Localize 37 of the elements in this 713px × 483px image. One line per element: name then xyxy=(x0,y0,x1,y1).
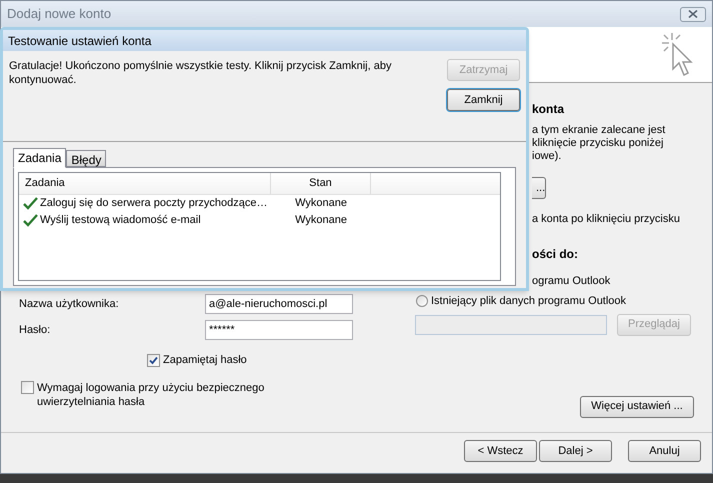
field-label: Hasło: xyxy=(19,322,52,338)
text-field[interactable]: a@ale-nieruchomosci.pl xyxy=(205,294,353,314)
nav-button[interactable]: Dalej > xyxy=(539,440,612,462)
section-heading: ości do: xyxy=(532,246,580,262)
radio-label: Istniejący plik danych programu Outlook xyxy=(431,294,626,309)
dialog-title: Testowanie ustawień konta xyxy=(8,32,152,50)
nav-button[interactable]: Anuluj xyxy=(628,440,701,462)
status-cell-text: Wykonane xyxy=(294,196,348,212)
task-cell-text: Zaloguj się do serwera poczty przychodzące… xyxy=(40,196,268,212)
close-icon xyxy=(688,10,698,18)
checkbox-label: Wymagaj logowania przy użyciu bezpiecznego uwierzytelniania hasła xyxy=(37,380,266,408)
checkbox-label: Zapamiętaj hasło xyxy=(163,353,247,368)
radio-button[interactable] xyxy=(416,295,428,308)
cursor-icon xyxy=(660,30,696,78)
section-heading: konta xyxy=(532,101,566,118)
description-line: kliknięcie przycisku poniżej xyxy=(532,137,664,150)
window-title: Dodaj nowe konto xyxy=(7,5,112,24)
tab[interactable]: Błędy xyxy=(66,150,106,167)
more-settings-button[interactable]: Więcej ustawień ... xyxy=(580,396,694,418)
description-line: iowe). xyxy=(532,150,562,163)
partial-button[interactable]: ... xyxy=(532,177,546,199)
column-header: Zadania xyxy=(19,173,271,194)
task-cell-text: Wyślij testową wiadomość e-mail xyxy=(40,213,201,228)
nav-button[interactable]: < Wstecz xyxy=(464,440,537,462)
dialog-button[interactable]: Zamknij xyxy=(447,89,520,111)
option-label: ogramu Outlook xyxy=(532,274,612,288)
tab[interactable]: Zadania xyxy=(13,148,66,168)
note-text: a konta po kliknięciu przycisku xyxy=(532,212,681,227)
column-header: Stan xyxy=(271,173,371,194)
close-button[interactable] xyxy=(680,6,706,22)
checkbox[interactable] xyxy=(21,380,34,394)
message-text: Gratulacje! Ukończono pomyślnie wszystkie testy. Kliknij przycisk Zamknij, aby kontynuować. xyxy=(9,59,392,88)
status-cell-text: Wykonane xyxy=(294,213,348,228)
text-field[interactable]: ****** xyxy=(205,320,353,340)
description-line: a tym ekranie zalecane jest xyxy=(532,124,666,137)
checkbox[interactable] xyxy=(147,354,160,367)
field-label: Nazwa użytkownika: xyxy=(19,296,120,312)
